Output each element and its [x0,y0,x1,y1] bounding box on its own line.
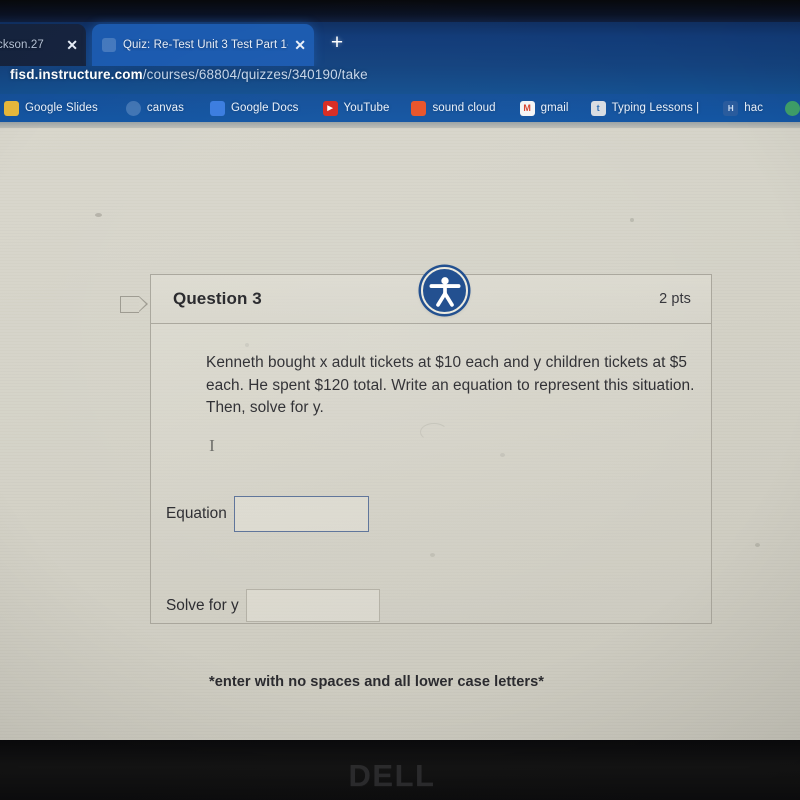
question-points: 2 pts [659,291,691,307]
browser-chrome: ckson.27 ✕ Quiz: Re-Test Unit 3 Test Par… [0,0,800,130]
solve-for-y-field-row: Solve for y [166,589,380,622]
bookmark-label: YouTube [343,102,390,114]
gmail-icon: M [519,100,535,116]
equation-field-label: Equation [166,505,227,522]
bookmark-label: sound cloud [432,102,496,114]
url-host: fisd.instructure.com [10,67,143,82]
hac-icon: H [723,100,739,116]
dell-logo-text: DELL [348,758,436,793]
solve-for-y-field-label: Solve for y [166,596,239,614]
close-icon[interactable]: ✕ [294,38,306,52]
bookmark-item[interactable]: Google Slides [4,100,98,116]
slides-icon [4,100,19,116]
bookmark-item[interactable]: googl [785,100,800,116]
bookmark-label: canvas [146,102,184,114]
question-title: Question 3 [173,289,262,308]
google-icon [785,100,800,116]
browser-tab-inactive[interactable]: ckson.27 ✕ [0,24,86,66]
bookmark-item[interactable]: Google Docs [209,100,299,116]
dell-logo: DELL [349,758,436,794]
bookmark-item[interactable]: t Typing Lessons | [590,100,700,116]
bookmark-item[interactable]: Mgmail [519,100,569,116]
bookmark-item[interactable]: ▶ YouTube [322,100,390,116]
bookmark-label: Google Slides [25,102,98,114]
text-cursor-icon: I [209,436,215,455]
flag-outline-icon[interactable] [120,295,148,313]
window-title-bar [0,0,800,22]
url-path: /courses/68804/quizzes/340190/take [142,67,368,82]
canvas-favicon-icon [102,38,116,52]
tab-title: ckson.27 [0,39,44,51]
soundcloud-icon [411,100,427,116]
screenshot-root: ckson.27 ✕ Quiz: Re-Test Unit 3 Test Par… [0,0,800,800]
address-bar-url[interactable]: fisd.instructure.com/courses/68804/quizz… [10,67,368,82]
docs-icon [209,100,225,116]
tab-title: Quiz: Re-Test Unit 3 Test Part 1-V [123,39,289,51]
bookmark-item[interactable]: canvas [125,100,184,116]
bookmark-item[interactable]: sound cloud [411,100,496,116]
bookmark-label: Google Docs [230,102,299,114]
bookmark-label: hac [744,102,764,114]
photo-artifact [630,218,634,222]
new-tab-button[interactable]: + [324,30,350,56]
equation-field-row: Equation [166,496,369,532]
photo-artifact [755,543,760,547]
close-icon[interactable]: ✕ [66,38,78,52]
accessibility-person-icon[interactable] [421,267,468,314]
youtube-icon: ▶ [322,100,338,116]
bookmark-label: Typing Lessons | [611,102,700,114]
browser-tab-active[interactable]: Quiz: Re-Test Unit 3 Test Part 1-V ✕ [92,24,314,66]
photo-artifact [95,213,102,217]
question-card: Question 3 2 pts Kenneth bought x adult … [150,274,712,690]
canvas-icon [125,100,141,116]
typing-icon: t [590,100,606,116]
question-note: *enter with no spaces and all lower case… [209,674,544,690]
bookmark-label: gmail [540,102,569,114]
quiz-page: Question 3 2 pts Kenneth bought x adult … [0,128,800,740]
bookmark-item[interactable]: Hhac [723,100,764,116]
bookmarks-bar: Google Slides canvas Google Docs ▶ YouTube so… [0,94,800,122]
solve-for-y-input[interactable] [245,589,380,622]
tab-strip: ckson.27 ✕ Quiz: Re-Test Unit 3 Test Par… [0,0,800,66]
question-text: Kenneth bought x adult tickets at $10 ea… [206,354,695,416]
equation-input[interactable] [233,496,369,532]
